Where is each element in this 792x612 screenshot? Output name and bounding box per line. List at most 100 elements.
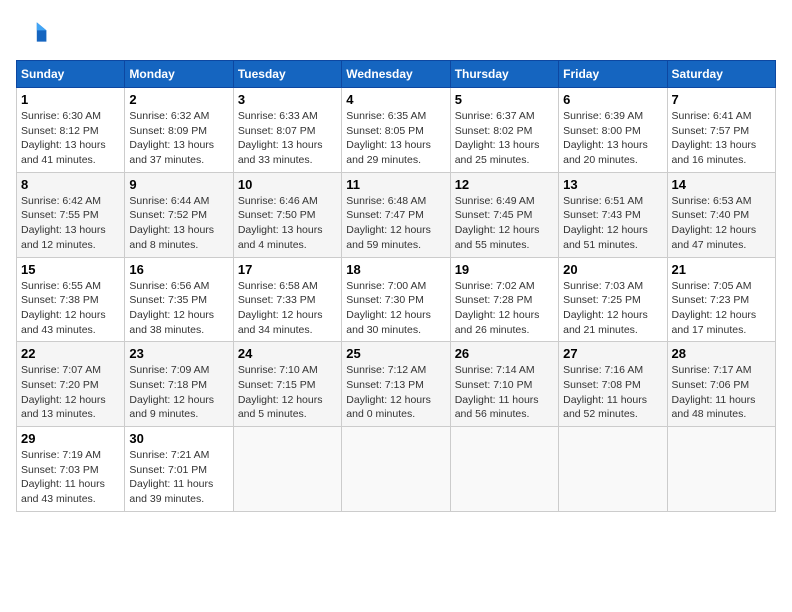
cell-content: Sunrise: 7:19 AMSunset: 7:03 PMDaylight:… (21, 448, 120, 507)
day-number: 18 (346, 262, 445, 277)
day-number: 23 (129, 346, 228, 361)
cell-content: Sunrise: 6:39 AMSunset: 8:00 PMDaylight:… (563, 109, 662, 168)
calendar-cell (667, 427, 775, 512)
calendar-cell: 14 Sunrise: 6:53 AMSunset: 7:40 PMDayligh… (667, 172, 775, 257)
calendar-cell: 28Sunrise: 7:17 AMSunset: 7:06 PMDayligh… (667, 342, 775, 427)
calendar-cell: 11Sunrise: 6:48 AMSunset: 7:47 PMDayligh… (342, 172, 450, 257)
day-number: 17 (238, 262, 337, 277)
calendar-cell: 22 Sunrise: 7:07 AMSunset: 7:20 PMDayligh… (17, 342, 125, 427)
calendar-cell: 9Sunrise: 6:44 AMSunset: 7:52 PMDaylight… (125, 172, 233, 257)
cell-content: Sunrise: 7:03 AMSunset: 7:25 PMDaylight:… (563, 279, 662, 338)
day-number: 5 (455, 92, 554, 107)
cell-content: Sunrise: 7:21 AMSunset: 7:01 PMDaylight:… (129, 448, 228, 507)
cell-content: Sunrise: 7:07 AMSunset: 7:20 PMDaylight:… (21, 363, 120, 422)
day-number: 19 (455, 262, 554, 277)
cell-content: Sunrise: 6:37 AMSunset: 8:02 PMDaylight:… (455, 109, 554, 168)
day-number: 16 (129, 262, 228, 277)
calendar-cell: 17 Sunrise: 6:58 AMSunset: 7:33 PMDayligh… (233, 257, 341, 342)
calendar-cell: 24 Sunrise: 7:10 AMSunset: 7:15 PMDayligh… (233, 342, 341, 427)
calendar-cell: 12Sunrise: 6:49 AMSunset: 7:45 PMDayligh… (450, 172, 558, 257)
cell-content: Sunrise: 7:16 AMSunset: 7:08 PMDaylight:… (563, 363, 662, 422)
logo (16, 16, 52, 48)
calendar-week-2: 8 Sunrise: 6:42 AMSunset: 7:55 PMDaylight… (17, 172, 776, 257)
page-header (16, 16, 776, 48)
logo-icon (16, 16, 48, 48)
cell-content: Sunrise: 6:55 AMSunset: 7:38 PMDaylight:… (21, 279, 120, 338)
day-number: 30 (129, 431, 228, 446)
calendar-cell: 25 Sunrise: 7:12 AMSunset: 7:13 PMDayligh… (342, 342, 450, 427)
calendar-cell: 15 Sunrise: 6:55 AMSunset: 7:38 PMDayligh… (17, 257, 125, 342)
day-number: 4 (346, 92, 445, 107)
col-header-saturday: Saturday (667, 61, 775, 88)
calendar-cell: 29 Sunrise: 7:19 AMSunset: 7:03 PMDayligh… (17, 427, 125, 512)
calendar-cell (342, 427, 450, 512)
calendar-cell: 20 Sunrise: 7:03 AMSunset: 7:25 PMDayligh… (559, 257, 667, 342)
day-number: 21 (672, 262, 771, 277)
calendar-cell: 5 Sunrise: 6:37 AMSunset: 8:02 PMDaylight… (450, 88, 558, 173)
cell-content: Sunrise: 6:48 AMSunset: 7:47 PMDaylight:… (346, 194, 445, 253)
day-number: 29 (21, 431, 120, 446)
day-number: 6 (563, 92, 662, 107)
day-number: 27 (563, 346, 662, 361)
cell-content: Sunrise: 7:12 AMSunset: 7:13 PMDaylight:… (346, 363, 445, 422)
calendar-cell: 4 Sunrise: 6:35 AMSunset: 8:05 PMDaylight… (342, 88, 450, 173)
day-number: 22 (21, 346, 120, 361)
col-header-friday: Friday (559, 61, 667, 88)
day-number: 13 (563, 177, 662, 192)
cell-content: Sunrise: 7:10 AMSunset: 7:15 PMDaylight:… (238, 363, 337, 422)
day-number: 14 (672, 177, 771, 192)
day-number: 15 (21, 262, 120, 277)
cell-content: Sunrise: 7:14 AMSunset: 7:10 PMDaylight:… (455, 363, 554, 422)
calendar-cell: 10 Sunrise: 6:46 AMSunset: 7:50 PMDayligh… (233, 172, 341, 257)
col-header-tuesday: Tuesday (233, 61, 341, 88)
calendar-cell: 27 Sunrise: 7:16 AMSunset: 7:08 PMDayligh… (559, 342, 667, 427)
cell-content: Sunrise: 7:00 AMSunset: 7:30 PMDaylight:… (346, 279, 445, 338)
day-number: 24 (238, 346, 337, 361)
calendar-cell (559, 427, 667, 512)
calendar-cell: 8 Sunrise: 6:42 AMSunset: 7:55 PMDaylight… (17, 172, 125, 257)
cell-content: Sunrise: 7:02 AMSunset: 7:28 PMDaylight:… (455, 279, 554, 338)
cell-content: Sunrise: 6:33 AMSunset: 8:07 PMDaylight:… (238, 109, 337, 168)
calendar-cell: 30 Sunrise: 7:21 AMSunset: 7:01 PMDayligh… (125, 427, 233, 512)
calendar-cell: 7 Sunrise: 6:41 AMSunset: 7:57 PMDaylight… (667, 88, 775, 173)
cell-content: Sunrise: 6:30 AMSunset: 8:12 PMDaylight:… (21, 109, 120, 168)
day-number: 8 (21, 177, 120, 192)
day-number: 28 (672, 346, 771, 361)
calendar-cell: 26 Sunrise: 7:14 AMSunset: 7:10 PMDayligh… (450, 342, 558, 427)
cell-content: Sunrise: 7:09 AMSunset: 7:18 PMDaylight:… (129, 363, 228, 422)
day-number: 26 (455, 346, 554, 361)
cell-content: Sunrise: 6:41 AMSunset: 7:57 PMDaylight:… (672, 109, 771, 168)
cell-content: Sunrise: 6:56 AMSunset: 7:35 PMDaylight:… (129, 279, 228, 338)
cell-content: Sunrise: 6:46 AMSunset: 7:50 PMDaylight:… (238, 194, 337, 253)
col-header-wednesday: Wednesday (342, 61, 450, 88)
calendar-cell: 23 Sunrise: 7:09 AMSunset: 7:18 PMDayligh… (125, 342, 233, 427)
calendar-header-row: SundayMondayTuesdayWednesdayThursdayFrid… (17, 61, 776, 88)
calendar-cell: 1 Sunrise: 6:30 AMSunset: 8:12 PMDaylight… (17, 88, 125, 173)
calendar-week-5: 29 Sunrise: 7:19 AMSunset: 7:03 PMDayligh… (17, 427, 776, 512)
cell-content: Sunrise: 6:51 AMSunset: 7:43 PMDaylight:… (563, 194, 662, 253)
calendar-cell: 19 Sunrise: 7:02 AMSunset: 7:28 PMDayligh… (450, 257, 558, 342)
cell-content: Sunrise: 6:58 AMSunset: 7:33 PMDaylight:… (238, 279, 337, 338)
calendar-cell: 21 Sunrise: 7:05 AMSunset: 7:23 PMDayligh… (667, 257, 775, 342)
calendar-cell (233, 427, 341, 512)
cell-content: Sunrise: 6:42 AMSunset: 7:55 PMDaylight:… (21, 194, 120, 253)
calendar-cell: 16 Sunrise: 6:56 AMSunset: 7:35 PMDayligh… (125, 257, 233, 342)
day-number: 1 (21, 92, 120, 107)
day-number: 25 (346, 346, 445, 361)
cell-content: Sunrise: 6:32 AMSunset: 8:09 PMDaylight:… (129, 109, 228, 168)
calendar-table: SundayMondayTuesdayWednesdayThursdayFrid… (16, 60, 776, 512)
cell-content: Sunrise: 6:35 AMSunset: 8:05 PMDaylight:… (346, 109, 445, 168)
calendar-cell: 18 Sunrise: 7:00 AMSunset: 7:30 PMDayligh… (342, 257, 450, 342)
cell-content: Sunrise: 6:49 AMSunset: 7:45 PMDaylight:… (455, 194, 554, 253)
cell-content: Sunrise: 6:53 AMSunset: 7:40 PMDaylight:… (672, 194, 771, 253)
col-header-monday: Monday (125, 61, 233, 88)
cell-content: Sunrise: 6:44 AMSunset: 7:52 PMDaylight:… (129, 194, 228, 253)
col-header-sunday: Sunday (17, 61, 125, 88)
calendar-cell: 6 Sunrise: 6:39 AMSunset: 8:00 PMDaylight… (559, 88, 667, 173)
day-number: 7 (672, 92, 771, 107)
day-number: 10 (238, 177, 337, 192)
cell-content: Sunrise: 7:05 AMSunset: 7:23 PMDaylight:… (672, 279, 771, 338)
calendar-week-1: 1 Sunrise: 6:30 AMSunset: 8:12 PMDaylight… (17, 88, 776, 173)
day-number: 3 (238, 92, 337, 107)
day-number: 20 (563, 262, 662, 277)
